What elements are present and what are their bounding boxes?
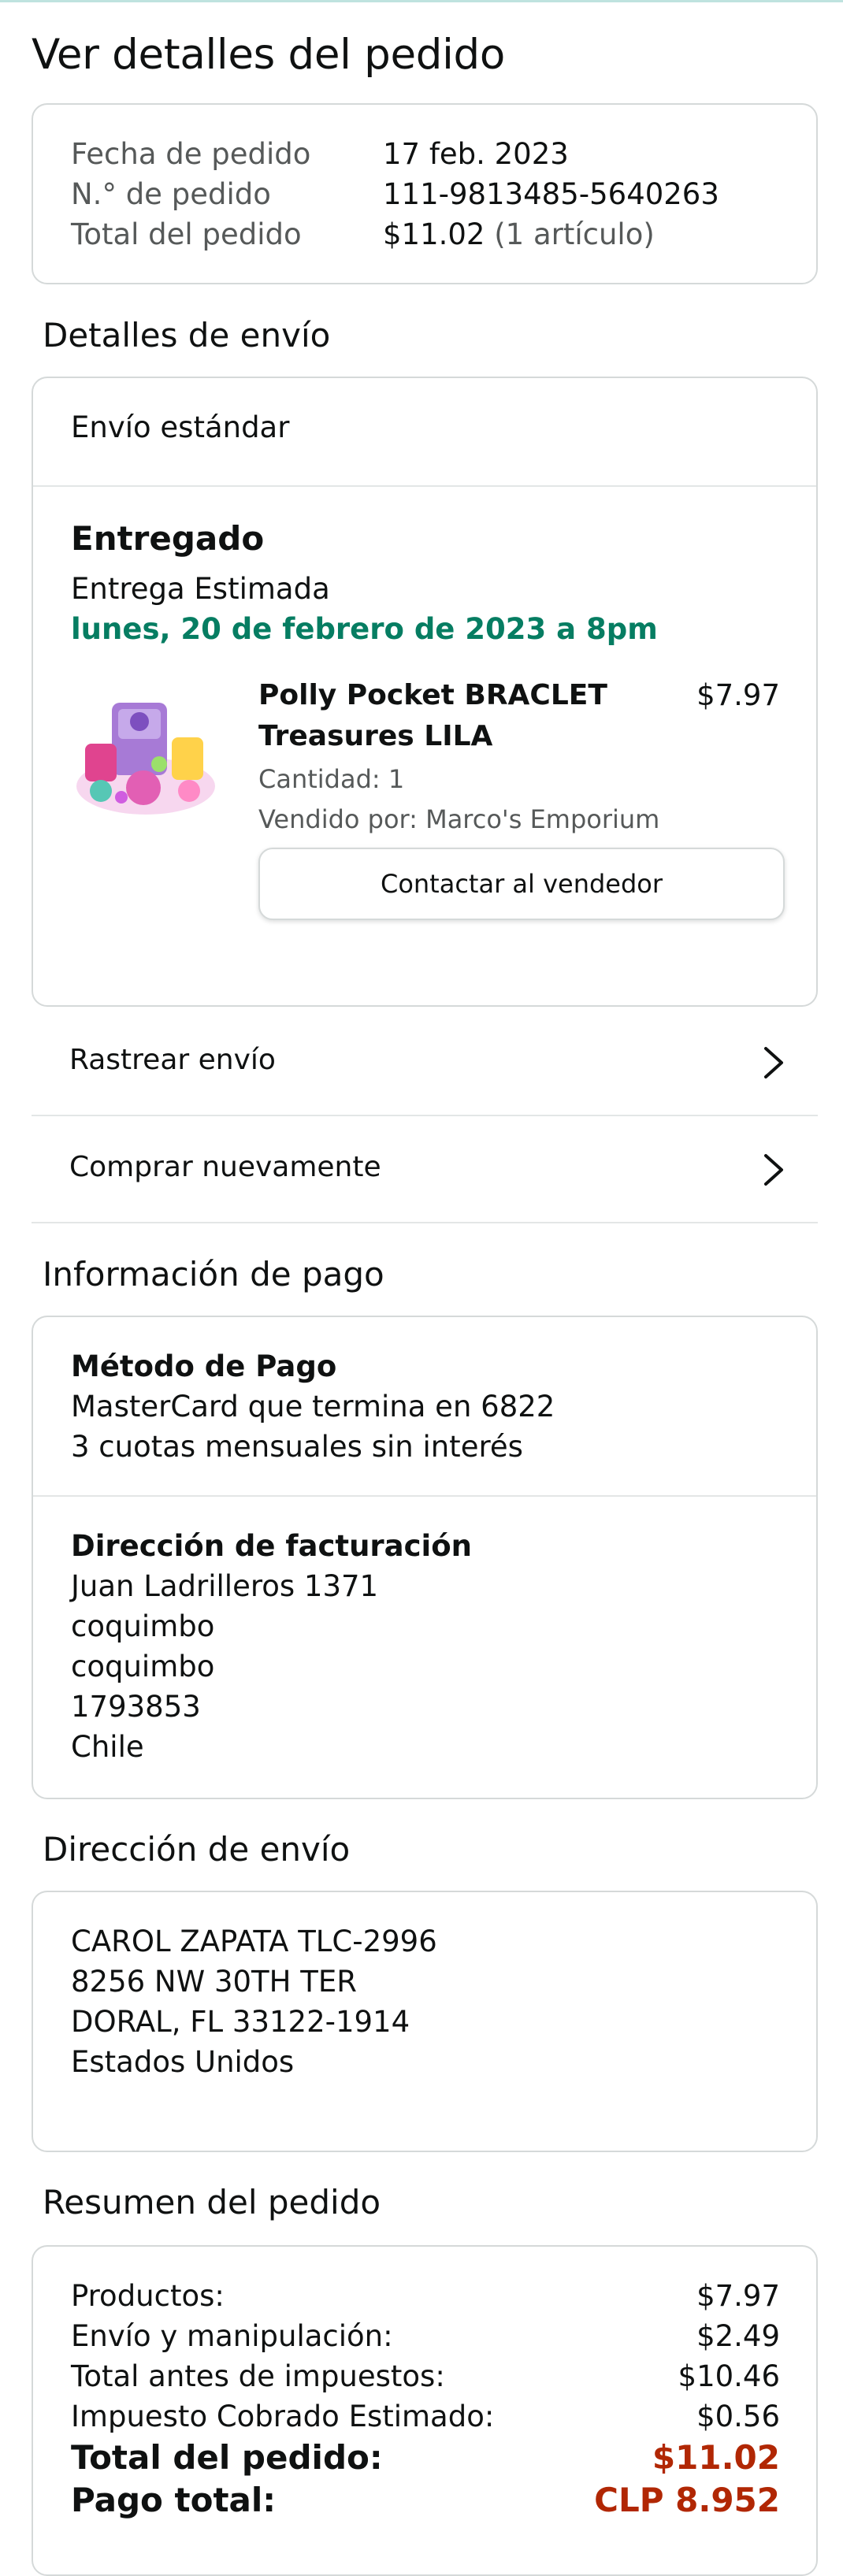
delivery-status: Entregado bbox=[71, 519, 265, 558]
estimate-label: Entrega Estimada bbox=[71, 572, 330, 606]
billing-line: coquimbo bbox=[71, 1609, 215, 1643]
order-total-label: Total del pedido bbox=[71, 217, 302, 251]
shipping-address-line: Estados Unidos bbox=[71, 2045, 295, 2079]
contact-seller-button[interactable]: Contactar al vendedor bbox=[258, 848, 785, 920]
billing-address-title: Dirección de facturación bbox=[71, 1529, 473, 1563]
shipment-card: Envío estándar Entregado Entrega Estimad… bbox=[32, 377, 818, 1007]
order-date-value: 17 feb. 2023 bbox=[383, 137, 569, 171]
payment-card: Método de Pago MasterCard que termina en… bbox=[32, 1316, 818, 1799]
divider bbox=[33, 1495, 816, 1497]
order-info-card: Fecha de pedido 17 feb. 2023 N.° de pedi… bbox=[32, 103, 818, 284]
product-toy-icon bbox=[76, 703, 215, 815]
order-item-count: (1 artículo) bbox=[494, 217, 655, 251]
top-accent-line bbox=[0, 0, 843, 2]
product-seller: Vendido por: Marco's Emporium bbox=[258, 804, 660, 834]
product-name-line1[interactable]: Polly Pocket BRACLET bbox=[258, 676, 607, 715]
summary-products-label: Productos: bbox=[71, 2279, 225, 2313]
track-shipment-label: Rastrear envío bbox=[69, 1044, 276, 1076]
product-quantity: Cantidad: 1 bbox=[258, 764, 405, 794]
product-name-line2[interactable]: Treasures LILA bbox=[258, 717, 492, 756]
product-image[interactable] bbox=[71, 685, 221, 827]
order-date-label: Fecha de pedido bbox=[71, 137, 311, 171]
summary-paid-label: Pago total: bbox=[71, 2481, 277, 2519]
payment-method-card: MasterCard que termina en 6822 bbox=[71, 1390, 555, 1423]
payment-method-title: Método de Pago bbox=[71, 1349, 337, 1383]
summary-total-label: Total del pedido: bbox=[71, 2438, 383, 2477]
shipping-address-line: DORAL, FL 33122-1914 bbox=[71, 2005, 410, 2039]
buy-again-row[interactable]: Comprar nuevamente bbox=[32, 1116, 818, 1223]
billing-line: coquimbo bbox=[71, 1650, 215, 1683]
track-shipment-row[interactable]: Rastrear envío bbox=[32, 1009, 818, 1116]
order-number-value: 111-9813485-5640263 bbox=[383, 177, 719, 211]
order-total-value: $11.02 (1 artículo) bbox=[383, 215, 655, 254]
product-price: $7.97 bbox=[696, 678, 780, 712]
shipping-method: Envío estándar bbox=[71, 410, 290, 444]
shipping-address-title: Dirección de envío bbox=[43, 1830, 351, 1869]
summary-paid-value: CLP 8.952 bbox=[594, 2481, 780, 2519]
summary-pretax-label: Total antes de impuestos: bbox=[71, 2359, 445, 2393]
shipping-address-line: 8256 NW 30TH TER bbox=[71, 1965, 357, 1999]
chevron-right-icon bbox=[764, 1047, 783, 1078]
summary-tax-value: $0.56 bbox=[696, 2400, 780, 2433]
billing-line: 1793853 bbox=[71, 1690, 201, 1724]
summary-products-value: $7.97 bbox=[696, 2279, 780, 2313]
shipping-address-card: CAROL ZAPATA TLC-2996 8256 NW 30TH TER D… bbox=[32, 1891, 818, 2152]
order-summary-title: Resumen del pedido bbox=[43, 2183, 381, 2222]
summary-total-value: $11.02 bbox=[652, 2438, 780, 2477]
payment-info-title: Información de pago bbox=[43, 1255, 384, 1294]
order-summary-card: Productos: $7.97 Envío y manipulación: $… bbox=[32, 2245, 818, 2576]
billing-line: Juan Ladrilleros 1371 bbox=[71, 1569, 379, 1603]
order-number-label: N.° de pedido bbox=[71, 177, 271, 211]
estimate-date: lunes, 20 de febrero de 2023 a 8pm bbox=[71, 612, 658, 646]
chevron-right-icon bbox=[764, 1154, 783, 1186]
order-total-amount: $11.02 bbox=[383, 217, 485, 251]
buy-again-label: Comprar nuevamente bbox=[69, 1151, 381, 1183]
page-title: Ver detalles del pedido bbox=[32, 31, 506, 79]
summary-shipping-label: Envío y manipulación: bbox=[71, 2319, 393, 2353]
summary-tax-label: Impuesto Cobrado Estimado: bbox=[71, 2400, 495, 2433]
shipping-details-title: Detalles de envío bbox=[43, 316, 331, 354]
billing-line: Chile bbox=[71, 1730, 144, 1764]
summary-shipping-value: $2.49 bbox=[696, 2319, 780, 2353]
divider bbox=[33, 485, 816, 487]
summary-pretax-value: $10.46 bbox=[678, 2359, 780, 2393]
shipping-address-line: CAROL ZAPATA TLC-2996 bbox=[71, 1925, 437, 1958]
payment-installments: 3 cuotas mensuales sin interés bbox=[71, 1430, 523, 1464]
